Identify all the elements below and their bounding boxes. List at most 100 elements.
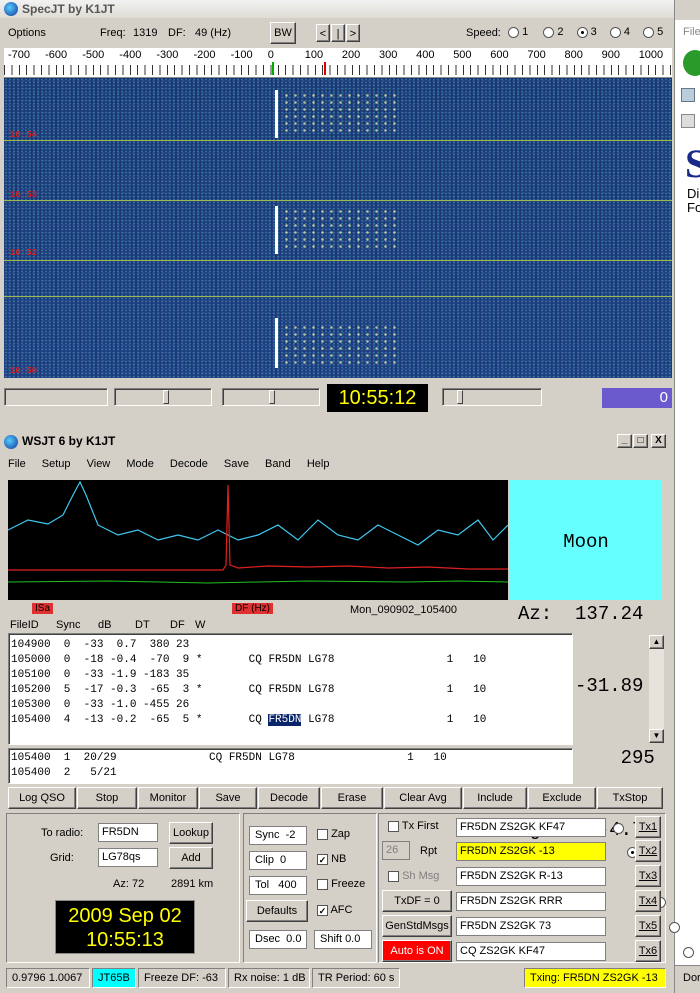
save-button[interactable]: Save bbox=[199, 787, 257, 809]
freeze-checkbox[interactable]: Freeze bbox=[317, 878, 365, 890]
clear-avg-button[interactable]: Clear Avg bbox=[384, 787, 462, 809]
toolbar-icon[interactable] bbox=[681, 88, 695, 102]
to-radio-input[interactable]: FR5DN bbox=[98, 823, 158, 842]
tx4-message[interactable]: FR5DN ZS2GK RRR bbox=[456, 892, 606, 911]
menu-view[interactable]: View bbox=[87, 458, 111, 470]
tx5-button[interactable]: Tx5 bbox=[635, 915, 661, 937]
speed-radio-3[interactable]: 3 bbox=[576, 26, 597, 38]
tx-first-checkbox[interactable]: Tx First bbox=[388, 820, 439, 832]
genstdmsgs-button[interactable]: GenStdMsgs bbox=[382, 915, 452, 937]
monitor-button[interactable]: Monitor bbox=[138, 787, 198, 809]
slider-thumb[interactable] bbox=[269, 390, 275, 404]
slider-1[interactable] bbox=[4, 388, 108, 406]
clip-spinbox[interactable]: Clip 0 bbox=[249, 851, 307, 870]
specjt-titlebar[interactable]: SpecJT by K1JT bbox=[0, 0, 674, 18]
minimize-button[interactable]: _ bbox=[617, 434, 632, 448]
nav-next-button[interactable]: > bbox=[346, 24, 360, 42]
toolbar-icon[interactable] bbox=[681, 114, 695, 128]
close-button[interactable]: X bbox=[651, 434, 666, 448]
stop-button[interactable]: Stop bbox=[77, 787, 137, 809]
scale-tick-label: 700 bbox=[527, 49, 546, 61]
log-qso-button[interactable]: Log QSO bbox=[8, 787, 76, 809]
tx5-radio[interactable] bbox=[669, 921, 681, 933]
tx6-button[interactable]: Tx6 bbox=[635, 940, 661, 962]
tx3-message[interactable]: FR5DN ZS2GK R-13 bbox=[456, 867, 606, 886]
decode-scrollbar[interactable]: ▲ ▼ bbox=[649, 635, 664, 743]
decode-row[interactable]: 105200 5 -17 -0.3 -65 3 * CQ FR5DN LG78 … bbox=[11, 683, 570, 698]
tx5-message[interactable]: FR5DN ZS2GK 73 bbox=[456, 917, 606, 936]
txdf-button[interactable]: TxDF = 0 bbox=[382, 890, 452, 912]
tx1-radio[interactable] bbox=[613, 822, 624, 834]
waterfall-time-label: 10:50 bbox=[10, 366, 38, 376]
average-row[interactable]: 105400 2 5/21 bbox=[11, 766, 570, 781]
decode-row[interactable]: 105300 0 -33 -1.0 -455 26 bbox=[11, 698, 570, 713]
status-freeze: Freeze DF: -63 bbox=[138, 968, 226, 988]
tx3-button[interactable]: Tx3 bbox=[635, 865, 661, 887]
options-menu[interactable]: Options bbox=[8, 27, 46, 39]
decode-row-last[interactable]: 105400 4 -13 -0.2 -65 5 * CQ FR5DN LG78 … bbox=[11, 713, 570, 728]
menu-help[interactable]: Help bbox=[307, 458, 330, 470]
speed-radio-5[interactable]: 5 bbox=[643, 26, 663, 38]
tx6-radio[interactable] bbox=[683, 946, 695, 958]
nav-center-button[interactable]: | bbox=[331, 24, 345, 42]
decode-list[interactable]: 104900 0 -33 0.7 380 23 105000 0 -18 -0.… bbox=[8, 633, 573, 745]
lookup-button[interactable]: Lookup bbox=[169, 822, 213, 844]
sh-msg-checkbox[interactable]: Sh Msg bbox=[388, 870, 439, 882]
decode-row[interactable]: 105000 0 -18 -0.4 -70 9 * CQ FR5DN LG78 … bbox=[11, 653, 570, 668]
slider-2[interactable] bbox=[114, 388, 212, 406]
scroll-down-button[interactable]: ▼ bbox=[649, 729, 664, 743]
zap-checkbox[interactable]: Zap bbox=[317, 828, 350, 840]
menu-decode[interactable]: Decode bbox=[170, 458, 208, 470]
txstop-button[interactable]: TxStop bbox=[597, 787, 663, 809]
dsec-spinbox[interactable]: Dsec 0.0 bbox=[249, 930, 307, 949]
bw-button[interactable]: BW bbox=[270, 22, 296, 44]
add-button[interactable]: Add bbox=[169, 847, 213, 869]
menu-file[interactable]: File bbox=[8, 458, 26, 470]
auto-button[interactable]: Auto is ON bbox=[382, 940, 452, 962]
tx1-message[interactable]: FR5DN ZS2GK KF47 bbox=[456, 818, 606, 837]
tx4-button[interactable]: Tx4 bbox=[635, 890, 661, 912]
decode-button[interactable]: Decode bbox=[258, 787, 320, 809]
menu-band[interactable]: Band bbox=[265, 458, 291, 470]
speed-label: Speed: bbox=[466, 27, 501, 39]
tx6-message[interactable]: CQ ZS2GK KF47 bbox=[456, 942, 606, 961]
tx2-button[interactable]: Tx2 bbox=[635, 840, 661, 862]
menu-setup[interactable]: Setup bbox=[42, 458, 71, 470]
decode-row[interactable]: 104900 0 -33 0.7 380 23 bbox=[11, 638, 570, 653]
grid-input[interactable]: LG78qs bbox=[98, 848, 158, 867]
speed-radio-2[interactable]: 2 bbox=[543, 26, 563, 38]
exclude-button[interactable]: Exclude bbox=[528, 787, 596, 809]
afc-checkbox[interactable]: ✓ AFC bbox=[317, 904, 352, 916]
background-file-menu[interactable]: File bbox=[683, 26, 700, 38]
erase-button[interactable]: Erase bbox=[321, 787, 383, 809]
rpt-input[interactable]: 26 bbox=[382, 841, 410, 860]
df-marker: DF (Hz) bbox=[232, 603, 273, 614]
slider-3[interactable] bbox=[222, 388, 320, 406]
decode-row[interactable]: 105100 0 -33 -1.9 -183 35 bbox=[11, 668, 570, 683]
speed-radio-4[interactable]: 4 bbox=[609, 26, 630, 38]
sync-spinbox[interactable]: Sync -2 bbox=[249, 826, 307, 845]
scroll-up-button[interactable]: ▲ bbox=[649, 635, 664, 649]
selected-callsign[interactable]: FR5DN bbox=[268, 714, 302, 726]
defaults-button[interactable]: Defaults bbox=[246, 900, 308, 922]
shift-spinbox[interactable]: Shift 0.0 bbox=[314, 930, 372, 949]
nb-checkbox[interactable]: ✓ NB bbox=[317, 853, 346, 865]
menu-save[interactable]: Save bbox=[224, 458, 249, 470]
spec-clock: 10:55:12 bbox=[327, 384, 428, 412]
maximize-button[interactable]: □ bbox=[633, 434, 648, 448]
average-row[interactable]: 105400 1 20/29 CQ FR5DN LG78 1 10 bbox=[11, 751, 570, 766]
tol-spinbox[interactable]: Tol 400 bbox=[249, 876, 307, 895]
tx2-message[interactable]: FR5DN ZS2GK -13 bbox=[456, 842, 606, 861]
slider-thumb[interactable] bbox=[163, 390, 169, 404]
average-list[interactable]: 105400 1 20/29 CQ FR5DN LG78 1 10 105400… bbox=[8, 748, 573, 784]
tx1-button[interactable]: Tx1 bbox=[635, 816, 661, 838]
spectrum-plot[interactable] bbox=[8, 480, 508, 600]
waterfall-display[interactable]: 10:54 10:53 10:52 10:50 bbox=[4, 78, 672, 378]
speed-radio-1[interactable]: 1 bbox=[508, 26, 528, 38]
wsjt-titlebar[interactable]: WSJT 6 by K1JT _ □ X bbox=[0, 432, 674, 452]
nav-prev-button[interactable]: < bbox=[316, 24, 330, 42]
menu-mode[interactable]: Mode bbox=[126, 458, 154, 470]
include-button[interactable]: Include bbox=[463, 787, 527, 809]
slider-4[interactable] bbox=[442, 388, 542, 406]
slider-thumb[interactable] bbox=[457, 390, 463, 404]
